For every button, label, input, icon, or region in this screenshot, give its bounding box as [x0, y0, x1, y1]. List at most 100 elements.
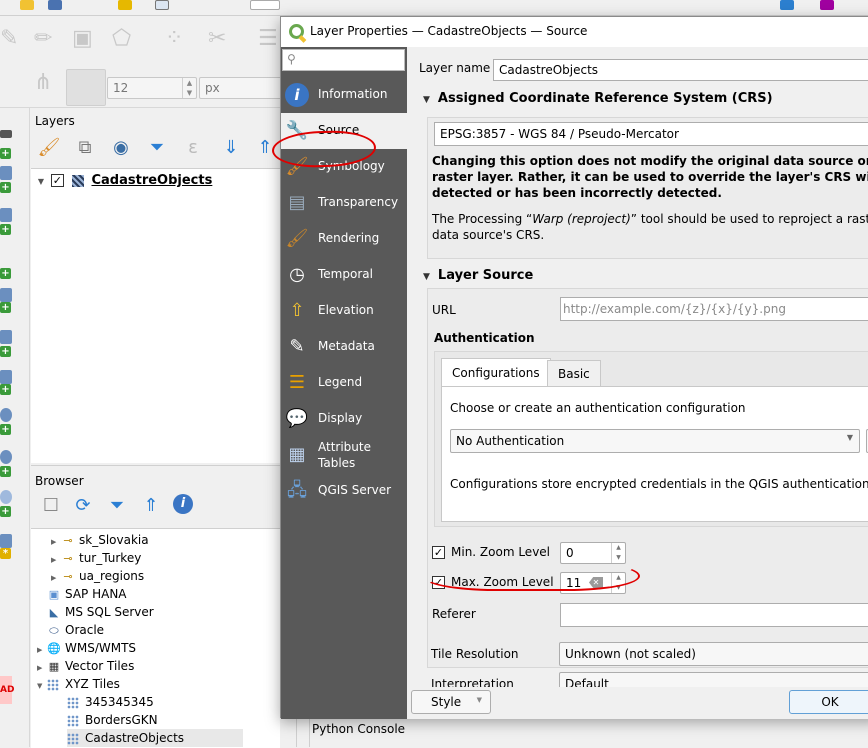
add-spatialite-icon[interactable] — [0, 288, 12, 302]
browser-item[interactable]: ▼ XYZ Tiles — [37, 675, 227, 693]
sidebar-item-metadata[interactable]: ✎ Metadata — [281, 329, 407, 365]
dialog-titlebar[interactable]: Layer Properties — CadastreObjects — Sou… — [281, 17, 868, 47]
add-plus-icon: + — [0, 148, 11, 159]
url-input[interactable]: http://example.com/{z}/{x}/{y}.png — [560, 297, 868, 321]
add-plus-icon: + — [0, 384, 11, 395]
browser-item[interactable]: ▶ 🌐 WMS/WMTS — [37, 639, 227, 657]
properties-info-icon[interactable]: i — [173, 494, 193, 514]
save-edits-icon[interactable]: ▣ — [72, 26, 93, 51]
speech-bubble-icon: 💬 — [285, 408, 309, 429]
browser-item[interactable]: CadastreObjects — [67, 729, 243, 747]
open-project-icon[interactable] — [20, 0, 34, 10]
browser-item-label: WMS/WMTS — [65, 641, 137, 655]
browser-item[interactable]: ⬭ Oracle — [37, 621, 227, 639]
tab-basic[interactable]: Basic — [547, 360, 601, 386]
crs-section-header[interactable]: ▼ Assigned Coordinate Reference System (C… — [423, 91, 773, 106]
expand-caret-icon[interactable]: ▼ — [35, 173, 47, 191]
layer-row[interactable]: ▼ ✓ CadastreObjects — [31, 171, 280, 189]
sidebar-search-input[interactable]: ⚲ — [282, 49, 405, 71]
browser-item[interactable]: ▶ ▦ Vector Tiles — [37, 657, 227, 675]
min-zoom-row: ✓ Min. Zoom Level — [432, 545, 550, 559]
layer-name[interactable]: CadastreObjects — [91, 173, 212, 188]
add-wfs-icon[interactable] — [0, 490, 12, 504]
sidebar-item-rendering[interactable]: 🖌 Rendering — [281, 221, 407, 257]
browser-item[interactable]: ▶ ⊸ tur_Turkey — [51, 549, 227, 567]
python-console-tab[interactable]: Python Console — [312, 722, 405, 736]
collapse-browser-icon[interactable]: ⇑ — [139, 494, 163, 518]
add-polygon-icon[interactable]: ⬠ — [112, 26, 131, 51]
xyz-tiles-icon — [67, 714, 79, 727]
sidebar-item-qgis-server[interactable]: 🖧 QGIS Server — [281, 473, 407, 509]
sidebar-item-transparency[interactable]: ▤ Transparency — [281, 185, 407, 221]
data-source-toolbar: + + + + + + + + + + * AD — [0, 108, 30, 747]
filter-funnel-icon[interactable]: ⏷ — [145, 136, 169, 160]
filter-browser-icon[interactable]: ⏷ — [105, 494, 129, 518]
sidebar-item-legend[interactable]: ☰ Legend — [281, 365, 407, 401]
filter-expression-icon[interactable]: ε — [181, 136, 205, 160]
interpretation-select[interactable]: Default — [559, 672, 868, 687]
processing-icon[interactable] — [780, 0, 794, 10]
dock-splitter[interactable] — [296, 718, 310, 747]
pan-tool-icon[interactable] — [250, 0, 280, 10]
style-manager-icon[interactable] — [155, 0, 169, 10]
print-layout-icon[interactable] — [118, 0, 132, 10]
sidebar-item-temporal[interactable]: ◷ Temporal — [281, 257, 407, 293]
snapping-mode-button[interactable] — [66, 69, 106, 106]
sidebar-item-information[interactable]: i Information — [281, 77, 407, 113]
tile-resolution-select[interactable]: Unknown (not scaled) — [559, 642, 868, 666]
refresh-icon[interactable]: ⟳ — [71, 494, 95, 518]
add-wms-icon[interactable] — [0, 408, 12, 422]
browser-item[interactable]: ▶ ⊸ ua_regions — [51, 567, 227, 585]
delete-selected-icon[interactable]: ✂ — [208, 26, 226, 51]
tile-resolution-label: Tile Resolution — [431, 647, 519, 661]
add-db-icon[interactable] — [0, 370, 12, 384]
spin-arrows[interactable]: ▲ ▼ — [182, 78, 196, 98]
save-project-icon[interactable] — [48, 0, 62, 10]
browser-panel-title: Browser — [35, 474, 84, 488]
min-zoom-checkbox[interactable]: ✓ — [432, 546, 445, 559]
new-layer-icon[interactable] — [0, 534, 12, 548]
referer-label: Referer — [432, 607, 476, 621]
sidebar-item-elevation[interactable]: ⇧ Elevation — [281, 293, 407, 329]
style-menu-button[interactable]: Style ▼ — [411, 690, 491, 714]
referer-input[interactable] — [560, 603, 868, 627]
browser-item[interactable]: BordersGKN — [67, 711, 243, 729]
browser-item[interactable]: 345345345 — [67, 693, 243, 711]
edits-icon[interactable]: ✎ — [0, 26, 18, 51]
sidebar-item-display[interactable]: 💬 Display — [281, 401, 407, 437]
add-group-icon[interactable]: ⧉ — [73, 136, 97, 160]
vertex-tool-icon[interactable]: ⁘ — [165, 26, 183, 51]
layer-source-section-header[interactable]: ▼ Layer Source — [423, 268, 533, 283]
layer-name-label: Layer name — [419, 61, 491, 75]
add-mesh-icon[interactable] — [0, 208, 12, 222]
auth-config-select[interactable]: No Authentication ▼ — [450, 429, 860, 453]
add-vector-icon[interactable] — [0, 130, 12, 138]
expanded-caret-icon[interactable]: ▼ — [37, 677, 47, 695]
add-selected-layers-icon[interactable]: ☐ — [39, 494, 63, 518]
snap-tolerance-spinbox[interactable]: 12 ▲ ▼ — [107, 77, 197, 99]
expand-all-icon[interactable]: ⇓ — [219, 136, 243, 160]
visibility-eye-icon[interactable]: ◉ — [109, 136, 133, 160]
toggle-editing-icon[interactable]: ✏ — [34, 26, 52, 51]
browser-item[interactable]: ▶ ⊸ sk_Slovakia — [51, 531, 227, 549]
measure-icon[interactable] — [820, 0, 834, 10]
browser-item[interactable]: ▣ SAP HANA — [37, 585, 227, 603]
style-brush-icon[interactable]: 🖌 — [37, 136, 61, 160]
tab-configurations[interactable]: Configurations — [441, 358, 551, 387]
snap-units-select[interactable]: px — [199, 77, 284, 99]
attribute-table-tool-icon[interactable]: ☰ — [258, 26, 278, 51]
browser-item[interactable]: ◣ MS SQL Server — [37, 603, 227, 621]
sidebar-item-attribute-tables[interactable]: ▦ Attribute Tables — [281, 437, 407, 473]
add-wcs-icon[interactable] — [0, 450, 12, 464]
elevation-icon: ⇧ — [289, 300, 305, 321]
add-raster-icon[interactable] — [0, 166, 12, 180]
add-plus-icon: + — [0, 424, 11, 435]
topology-icon[interactable]: ⋔ — [34, 70, 52, 95]
layer-name-input[interactable]: CadastreObjects — [493, 59, 868, 81]
ok-button[interactable]: OK — [789, 690, 868, 714]
crs-selector[interactable]: EPSG:3857 - WGS 84 / Pseudo-Mercator — [434, 122, 868, 146]
add-plus-icon: + — [0, 302, 11, 313]
add-postgis-icon[interactable] — [0, 330, 12, 344]
layer-visibility-checkbox[interactable]: ✓ — [50, 174, 64, 187]
spin-arrows[interactable]: ▲ ▼ — [611, 543, 625, 563]
